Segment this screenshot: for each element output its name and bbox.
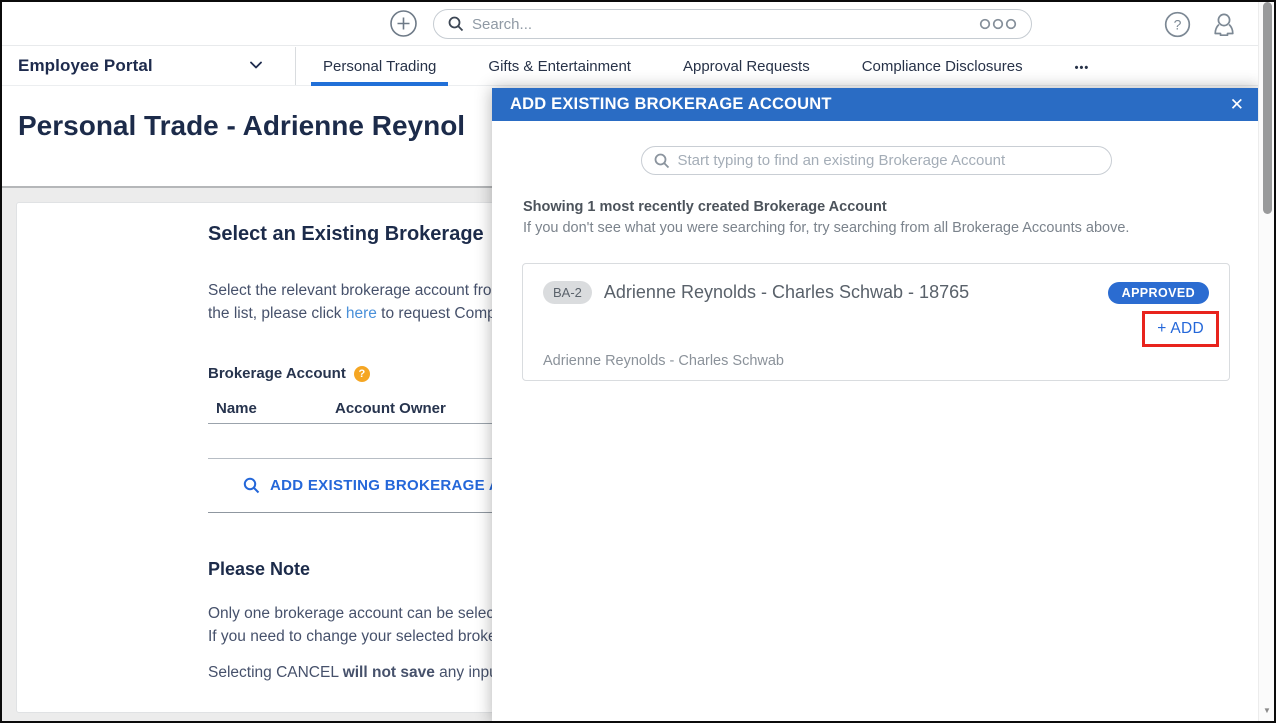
plus-circle-icon xyxy=(389,9,418,38)
tab-approval-requests[interactable]: Approval Requests xyxy=(671,47,822,86)
tab-bar: Personal Trading Gifts & Entertainment A… xyxy=(297,47,1115,86)
note-line-2: If you need to change your selected brok… xyxy=(208,628,497,645)
tab-overflow-menu[interactable]: ••• xyxy=(1063,47,1102,86)
help-icon[interactable]: ? xyxy=(1164,11,1191,38)
add-link-label: ADD EXISTING BROKERAGE AC xyxy=(270,477,511,494)
tab-personal-trading[interactable]: Personal Trading xyxy=(311,47,448,86)
nav-bar: Employee Portal Personal Trading Gifts &… xyxy=(2,47,1274,86)
record-id-badge: BA-2 xyxy=(543,281,592,304)
close-icon[interactable]: ✕ xyxy=(1230,96,1244,113)
tab-compliance-disclosures[interactable]: Compliance Disclosures xyxy=(850,47,1035,86)
search-icon xyxy=(654,153,670,169)
results-hint: If you don't see what you were searching… xyxy=(523,220,1260,236)
add-button[interactable]: + ADD xyxy=(1157,320,1204,337)
result-title-row: BA-2 Adrienne Reynolds - Charles Schwab … xyxy=(543,281,1209,304)
column-header-name: Name xyxy=(208,400,335,417)
intro-line-2a: the list, please click xyxy=(208,305,346,322)
app-window: ? Employee Portal Personal Trading Gifts… xyxy=(0,0,1276,723)
page-title: Personal Trade - Adrienne Reynol xyxy=(18,110,465,142)
intro-line-1: Select the relevant brokerage account fr… xyxy=(208,282,491,299)
top-bar-right: ? xyxy=(1164,10,1238,38)
more-options-icon[interactable] xyxy=(979,18,1017,30)
result-subtitle: Adrienne Reynolds - Charles Schwab xyxy=(543,353,784,369)
intro-line-2b: to request Compl xyxy=(377,305,499,322)
add-brokerage-account-modal: ADD EXISTING BROKERAGE ACCOUNT ✕ Showing… xyxy=(492,88,1260,723)
search-icon xyxy=(448,16,464,32)
global-search-input[interactable] xyxy=(472,16,979,33)
nav-divider xyxy=(295,47,296,85)
field-help-icon[interactable]: ? xyxy=(354,366,370,382)
tab-gifts-entertainment[interactable]: Gifts & Entertainment xyxy=(476,47,643,86)
svg-text:?: ? xyxy=(1174,16,1182,32)
portal-switcher[interactable]: Employee Portal xyxy=(18,47,153,85)
column-header-account-owner: Account Owner xyxy=(335,400,446,417)
results-summary: Showing 1 most recently created Brokerag… xyxy=(523,199,1260,215)
note-line-1: Only one brokerage account can be select xyxy=(208,605,498,622)
brokerage-account-label: Brokerage Account xyxy=(208,365,346,382)
modal-search[interactable] xyxy=(641,146,1112,175)
scrollbar-thumb[interactable] xyxy=(1263,2,1272,214)
modal-header: ADD EXISTING BROKERAGE ACCOUNT ✕ xyxy=(492,88,1260,121)
modal-search-input[interactable] xyxy=(678,152,1099,169)
chevron-down-icon[interactable] xyxy=(248,57,264,73)
brokerage-account-result-card: BA-2 Adrienne Reynolds - Charles Schwab … xyxy=(522,263,1230,381)
cancel-note-bold: will not save xyxy=(343,664,435,681)
result-title: Adrienne Reynolds - Charles Schwab - 187… xyxy=(604,282,1108,303)
search-icon xyxy=(243,477,260,494)
here-link[interactable]: here xyxy=(346,305,377,322)
create-new-button[interactable] xyxy=(389,9,418,38)
add-button-highlight: + ADD xyxy=(1142,311,1219,347)
global-search[interactable] xyxy=(433,9,1032,39)
scrollbar-down-arrow[interactable]: ▼ xyxy=(1259,706,1275,715)
portal-label: Employee Portal xyxy=(18,56,153,76)
status-badge: APPROVED xyxy=(1108,282,1209,304)
top-bar: ? xyxy=(2,2,1274,46)
modal-title: ADD EXISTING BROKERAGE ACCOUNT xyxy=(510,95,1230,114)
vertical-scrollbar[interactable]: ▼ xyxy=(1258,2,1274,721)
user-icon[interactable] xyxy=(1210,10,1238,38)
cancel-note-a: Selecting CANCEL xyxy=(208,664,343,681)
